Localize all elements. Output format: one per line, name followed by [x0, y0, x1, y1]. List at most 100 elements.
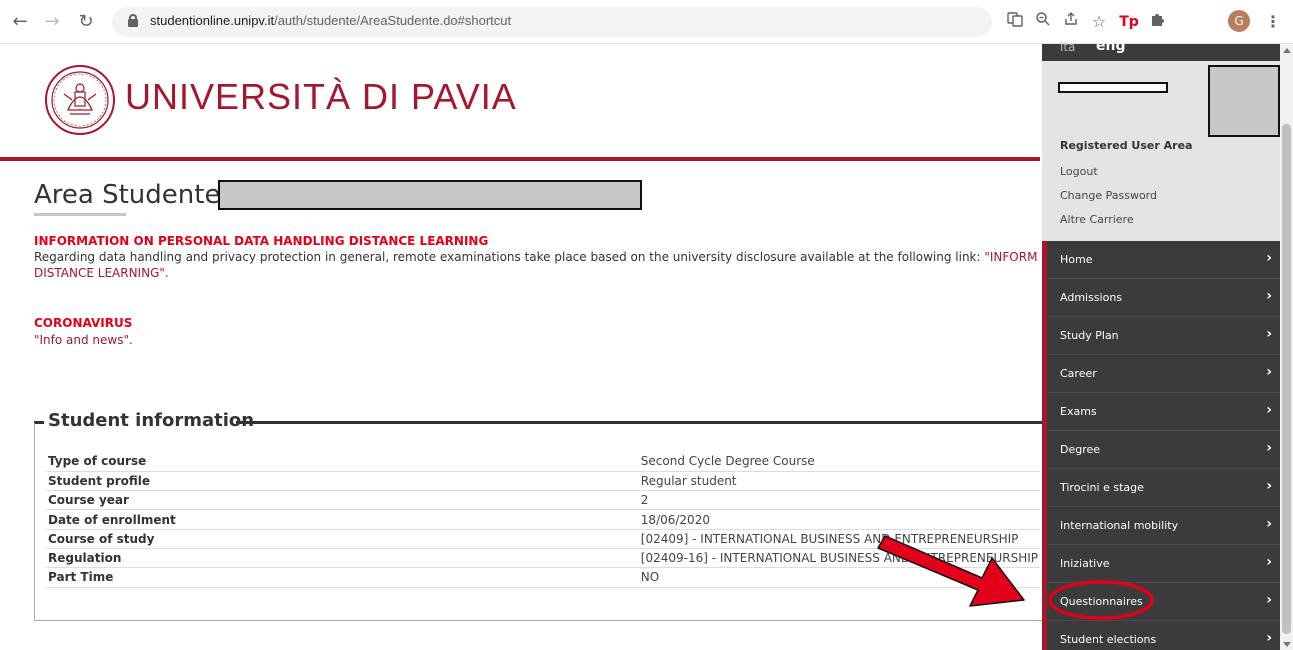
row-label: Course of study	[46, 529, 639, 549]
chevron-right-icon: ›	[1266, 288, 1272, 304]
page-title: Area Studente	[34, 180, 221, 210]
coronavirus-text: "Info and news".	[34, 332, 1038, 348]
redacted-student-name	[218, 180, 642, 210]
row-value: Regular student	[638, 471, 1040, 492]
lock-icon[interactable]	[128, 14, 138, 27]
coronavirus-heading: CORONAVIRUS	[34, 316, 133, 330]
sidebar-item-label: Iniziative	[1060, 557, 1110, 570]
chevron-right-icon: ›	[1266, 516, 1272, 532]
sidebar-item-label: Study Plan	[1060, 329, 1119, 342]
sidebar-item-admissions[interactable]: Admissions ›	[1047, 279, 1280, 317]
privacy-text: Regarding data handling and privacy prot…	[34, 249, 1038, 265]
sidebar-item-label: Home	[1060, 253, 1093, 266]
sidebar-item-exams[interactable]: Exams ›	[1047, 393, 1280, 431]
chevron-right-icon: ›	[1266, 364, 1272, 380]
row-value: [02409-16] - INTERNATIONAL BUSINESS AND …	[638, 548, 1040, 569]
table-row: Student profile Regular student	[46, 471, 1040, 492]
student-information-table: Type of course Second Cycle Degree Course…	[46, 452, 1040, 588]
row-value: 18/06/2020	[638, 509, 1040, 530]
info-and-news-link[interactable]: "Info and news".	[34, 333, 133, 347]
user-photo	[1208, 65, 1280, 137]
url-path: /auth/studente/AreaStudente.do#shortcut	[274, 13, 512, 28]
row-value: NO	[638, 567, 1040, 588]
tp-extension-icon[interactable]: Tp	[1118, 11, 1140, 33]
menu-dots-icon[interactable]: ⋮	[1262, 11, 1284, 33]
table-row: Course year 2	[46, 490, 1040, 511]
user-sidebar: ita eng Registered User Area Logout Chan…	[1042, 38, 1280, 650]
share-icon[interactable]	[1060, 11, 1082, 33]
table-row: Regulation [02409-16] - INTERNATIONAL BUS…	[46, 548, 1040, 569]
sidebar-item-label: Tirocini e stage	[1060, 481, 1144, 494]
page-scrollbar[interactable]	[1280, 44, 1293, 650]
row-value: Second Cycle Degree Course	[638, 452, 1040, 472]
redacted-user-name	[1058, 82, 1168, 93]
row-label: Student profile	[46, 471, 639, 492]
table-row: Type of course Second Cycle Degree Course	[46, 452, 1040, 472]
lang-eng-link[interactable]: eng	[1096, 38, 1125, 54]
row-label: Course year	[46, 490, 639, 511]
chevron-right-icon: ›	[1266, 592, 1272, 608]
row-label: Regulation	[46, 548, 639, 569]
chevron-right-icon: ›	[1266, 440, 1272, 456]
registered-user-heading: Registered User Area	[1060, 139, 1193, 152]
sidebar-item-tirocini[interactable]: Tirocini e stage ›	[1047, 469, 1280, 507]
lang-ita-link[interactable]: ita	[1060, 40, 1075, 54]
row-label: Date of enrollment	[46, 509, 639, 530]
reload-icon[interactable]: ↻	[74, 10, 98, 34]
language-switcher: ita eng	[1042, 38, 1280, 61]
privacy-heading: INFORMATION ON PERSONAL DATA HANDLING DI…	[34, 234, 489, 248]
user-area: ita eng Registered User Area Logout Chan…	[1042, 38, 1280, 241]
title-underline	[34, 213, 126, 216]
privacy-text-body: Regarding data handling and privacy prot…	[34, 250, 985, 264]
sidebar-item-label: Exams	[1060, 405, 1097, 418]
chevron-right-icon: ›	[1266, 630, 1272, 646]
privacy-link-tail[interactable]: DISTANCE LEARNING".	[34, 266, 169, 280]
sidebar-item-international-mobility[interactable]: International mobility ›	[1047, 507, 1280, 545]
row-label: Type of course	[46, 452, 639, 472]
zoom-icon[interactable]	[1032, 11, 1054, 33]
change-password-link[interactable]: Change Password	[1060, 189, 1157, 202]
url-text[interactable]: studentionline.unipv.it/auth/studente/Ar…	[150, 13, 511, 28]
scroll-down-arrow-icon[interactable]	[1283, 642, 1291, 647]
puzzle-extensions-icon[interactable]	[1146, 11, 1168, 33]
translate-icon[interactable]	[1004, 11, 1026, 33]
privacy-link[interactable]: "INFORMA	[984, 250, 1038, 264]
sidebar-item-study-plan[interactable]: Study Plan ›	[1047, 317, 1280, 355]
table-row: Course of study [02409] - INTERNATIONAL B…	[46, 529, 1040, 549]
sidebar-item-label: Career	[1060, 367, 1097, 380]
sidebar-item-label: Student elections	[1060, 633, 1157, 646]
sidebar-item-career[interactable]: Career ›	[1047, 355, 1280, 393]
row-value: 2	[638, 490, 1040, 511]
header-divider	[0, 157, 1040, 161]
privacy-link-continued[interactable]: DISTANCE LEARNING".	[34, 265, 1038, 281]
chevron-right-icon: ›	[1266, 250, 1272, 266]
table-row: Date of enrollment 18/06/2020	[46, 509, 1040, 530]
scroll-thumb[interactable]	[1282, 124, 1291, 634]
scroll-up-arrow-icon[interactable]	[1283, 48, 1291, 53]
sidebar-item-label: International mobility	[1060, 519, 1179, 532]
university-seal-logo[interactable]	[44, 64, 116, 136]
logout-link[interactable]: Logout	[1060, 165, 1098, 178]
profile-avatar[interactable]: G	[1228, 10, 1250, 32]
address-bar[interactable]: studentionline.unipv.it/auth/studente/Ar…	[112, 7, 992, 37]
sidebar-item-label: Degree	[1060, 443, 1101, 456]
chevron-right-icon: ›	[1266, 478, 1272, 494]
sidebar-item-student-elections[interactable]: Student elections ›	[1047, 621, 1280, 650]
row-value: [02409] - INTERNATIONAL BUSINESS AND ENT…	[638, 529, 1040, 549]
chevron-right-icon: ›	[1266, 402, 1272, 418]
row-label: Part Time	[46, 567, 639, 588]
table-row: Part Time NO	[46, 567, 1040, 588]
chevron-right-icon: ›	[1266, 554, 1272, 570]
sidebar-item-questionnaires[interactable]: Questionnaires ›	[1047, 583, 1280, 621]
chevron-right-icon: ›	[1266, 326, 1272, 342]
url-host: studentionline.unipv.it	[150, 13, 275, 28]
forward-icon[interactable]: →	[40, 10, 64, 34]
sidebar-item-home[interactable]: Home ›	[1047, 241, 1280, 279]
altre-carriere-link[interactable]: Altre Carriere	[1060, 213, 1134, 226]
sidebar-item-iniziative[interactable]: Iniziative ›	[1047, 545, 1280, 583]
bookmark-star-icon[interactable]: ☆	[1088, 11, 1110, 33]
sidebar-item-label: Questionnaires	[1060, 595, 1143, 608]
back-icon[interactable]: ←	[8, 10, 32, 34]
university-name[interactable]: UNIVERSITÀ DI PAVIA	[125, 76, 517, 118]
sidebar-item-degree[interactable]: Degree ›	[1047, 431, 1280, 469]
